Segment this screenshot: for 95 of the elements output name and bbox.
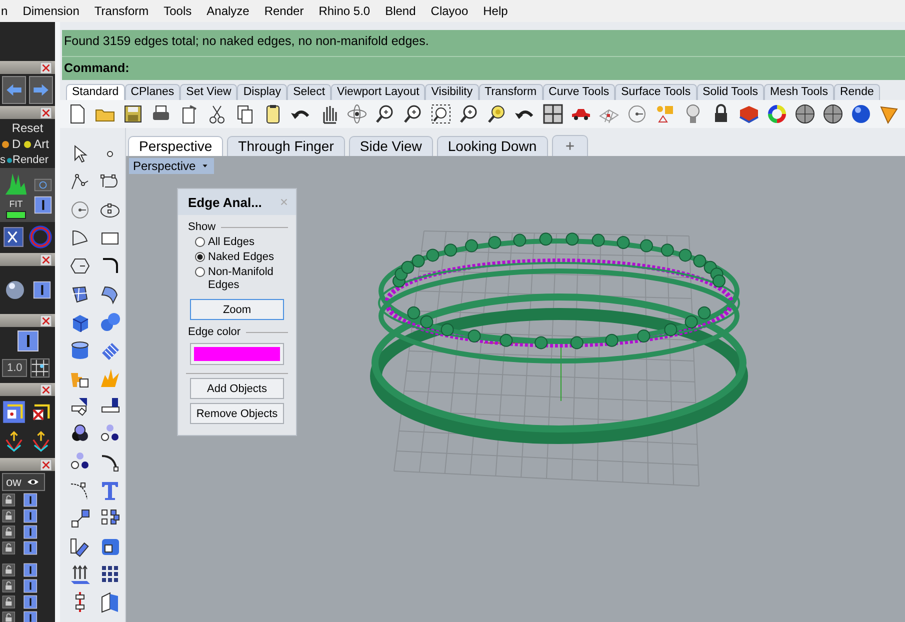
status-dot — [24, 140, 31, 148]
menu-item[interactable]: Transform — [93, 4, 150, 18]
reset-button[interactable]: Reset — [12, 121, 44, 135]
padlock-icon[interactable] — [2, 579, 16, 593]
cylinder-icon[interactable] — [69, 339, 91, 361]
menu-item[interactable]: Rhino 5.0 — [318, 4, 372, 18]
orbit-icon[interactable] — [346, 103, 368, 125]
toolbar-tab[interactable]: Rende — [834, 84, 880, 100]
toolbar-tab[interactable]: Transform — [478, 84, 543, 100]
toolbar-tab[interactable]: Set View — [180, 84, 238, 100]
toolbar-tab[interactable]: Visibility — [425, 84, 479, 100]
close-icon[interactable] — [40, 62, 52, 74]
close-icon[interactable] — [40, 458, 52, 470]
color-swatch-button[interactable] — [190, 343, 284, 365]
circle-button-icon[interactable] — [32, 176, 54, 194]
toolbar-tab[interactable]: Surface Tools — [615, 84, 697, 100]
toolbar-tab[interactable]: Display — [237, 84, 288, 100]
padlock-icon[interactable] — [2, 541, 16, 555]
sphere-icon[interactable] — [850, 103, 872, 125]
padlock-icon[interactable] — [2, 563, 16, 577]
command-history: Found 3159 edges total; no naked edges, no non-manifold edges. — [62, 30, 905, 57]
circle-icon[interactable] — [69, 199, 91, 221]
toggle-button[interactable] — [32, 196, 54, 214]
spheres-icon[interactable] — [99, 311, 121, 333]
group-label: Show — [188, 221, 216, 233]
grid-array-icon[interactable] — [99, 563, 121, 585]
viewport-tab[interactable]: Through Finger — [227, 136, 345, 156]
back-button[interactable] — [2, 76, 26, 104]
menu-item[interactable]: Clayoo — [430, 4, 470, 18]
sphere-icon[interactable] — [822, 103, 844, 125]
zoom-window-icon[interactable] — [430, 103, 452, 125]
panel-title: Edge Anal... — [188, 194, 262, 210]
display-mode-label[interactable]: D — [12, 137, 21, 151]
viewport-tab[interactable]: Perspective — [128, 136, 224, 156]
panel-button[interactable]: Remove Objects — [190, 403, 284, 424]
fit-label: FIT — [9, 199, 23, 209]
mode-label[interactable]: Art — [34, 137, 50, 151]
toolbar-tab[interactable]: Curve Tools — [542, 84, 616, 100]
color-wheel-icon[interactable] — [766, 103, 788, 125]
toolbar-tab[interactable]: CPlanes — [124, 84, 180, 100]
show-button[interactable]: ow — [2, 473, 46, 491]
toolbar-tab[interactable]: Solid Tools — [696, 84, 764, 100]
radio-option[interactable]: Non-Manifold Edges — [178, 265, 296, 293]
text-icon[interactable] — [99, 479, 121, 501]
command-prompt[interactable]: Command: — [62, 57, 905, 79]
close-icon[interactable] — [40, 106, 52, 118]
radio-button[interactable] — [195, 237, 205, 247]
menu-item[interactable]: n — [0, 4, 9, 18]
radio-button[interactable] — [195, 252, 205, 262]
toolbar-tab[interactable]: Select — [287, 84, 332, 100]
four-viewports-icon[interactable] — [542, 103, 564, 125]
panel-icon[interactable] — [99, 591, 121, 613]
menu-item[interactable]: Tools — [162, 4, 193, 18]
menu-item[interactable]: Help — [482, 4, 509, 18]
extrude-icon[interactable] — [69, 563, 91, 585]
radio-option[interactable]: All Edges — [178, 235, 296, 250]
status-dot — [2, 140, 9, 148]
viewport-tab[interactable]: Side View — [348, 136, 433, 156]
sphere-icon[interactable] — [794, 103, 816, 125]
scale-field[interactable]: 1.0 — [2, 359, 28, 377]
status-dot — [6, 158, 12, 162]
radio-button[interactable] — [195, 267, 205, 277]
show-label: ow — [6, 475, 22, 489]
menu-item[interactable]: Analyze — [206, 4, 250, 18]
radio-option[interactable]: Naked Edges — [178, 250, 296, 265]
panel-label: s — [0, 154, 6, 166]
toolbar-tab[interactable]: Standard — [66, 84, 125, 100]
layers-icon[interactable] — [738, 103, 760, 125]
shapes-icon[interactable] — [654, 103, 676, 125]
padlock-icon[interactable] — [2, 611, 16, 622]
toolbar-tab[interactable]: Mesh Tools — [764, 84, 834, 100]
padlock-icon[interactable] — [2, 525, 16, 539]
circle-icon[interactable] — [626, 103, 648, 125]
viewport[interactable]: Perspective Edge Anal... Show All Edges Naked Edges Non-Manifold Edges Zoom Edge color Add Objects Remove Objects — [126, 156, 905, 622]
sphere-icon[interactable] — [4, 279, 26, 301]
zoom-button[interactable]: Zoom — [190, 299, 284, 320]
grid-icon[interactable] — [30, 358, 50, 378]
menu-item[interactable]: Dimension — [22, 4, 80, 18]
viewport-title[interactable]: Perspective — [129, 158, 214, 174]
toolbar-tab[interactable]: Viewport Layout — [331, 84, 426, 100]
scale-icon[interactable] — [69, 507, 91, 529]
padlock-icon[interactable] — [2, 493, 16, 507]
fit-button[interactable] — [6, 211, 26, 219]
panel-button[interactable]: Add Objects — [190, 378, 284, 399]
padlock-icon[interactable] — [2, 595, 16, 609]
padlock-icon[interactable] — [2, 509, 16, 523]
viewport-tab[interactable]: Looking Down — [436, 136, 548, 156]
menu-item[interactable]: Blend — [384, 4, 417, 18]
close-icon[interactable] — [40, 254, 52, 266]
mode-label[interactable]: Render — [12, 154, 49, 166]
close-icon[interactable] — [40, 314, 52, 326]
close-icon[interactable] — [40, 384, 52, 396]
forward-button[interactable] — [29, 76, 53, 104]
menu-item[interactable]: Render — [263, 4, 305, 18]
group-label: Edge color — [188, 326, 241, 338]
